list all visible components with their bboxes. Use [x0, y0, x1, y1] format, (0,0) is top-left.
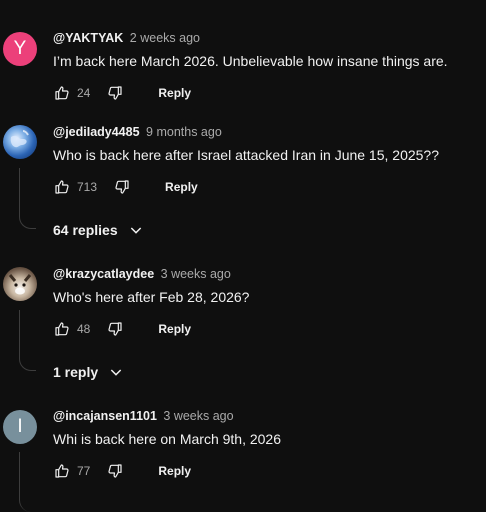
- reply-button[interactable]: Reply: [158, 322, 191, 336]
- comment-actions: 48 Reply: [53, 319, 191, 339]
- dislike-button[interactable]: [106, 462, 124, 480]
- comment-text: I’m back here March 2026. Unbelievable h…: [53, 53, 448, 69]
- comment-timestamp[interactable]: 2 weeks ago: [130, 31, 200, 45]
- avatar-letter: Y: [13, 38, 27, 59]
- reply-button[interactable]: Reply: [158, 86, 191, 100]
- thumbs-down-icon: [108, 464, 122, 478]
- thread-connector: [19, 168, 36, 229]
- avatar-letter: I: [17, 416, 23, 437]
- comment-author[interactable]: @krazycatlaydee: [53, 267, 154, 281]
- thumbs-up-icon: [55, 464, 69, 478]
- replies-count-label: 1 reply: [53, 364, 99, 380]
- comment-header: @jediIady4485 9 months ago: [53, 125, 222, 139]
- thread-connector: [19, 310, 36, 371]
- comment-author[interactable]: @jediIady4485: [53, 125, 140, 139]
- like-button[interactable]: [53, 178, 71, 196]
- like-count: 24: [77, 86, 91, 100]
- comment-header: @krazycatlaydee 3 weeks ago: [53, 267, 231, 281]
- chevron-down-icon: [130, 227, 141, 234]
- comment-author[interactable]: @incajansen1101: [53, 409, 157, 423]
- view-replies-button[interactable]: 1 reply: [53, 364, 124, 380]
- thumbs-down-icon: [108, 322, 122, 336]
- thumbs-down-icon: [108, 86, 122, 100]
- chevron-down-icon: [110, 369, 122, 376]
- cat-image: [8, 274, 32, 295]
- avatar[interactable]: I: [3, 410, 37, 444]
- like-count: 713: [77, 180, 98, 194]
- replies-count-label: 64 replies: [53, 222, 118, 238]
- thread-connector: [19, 452, 36, 512]
- thumbs-up-icon: [55, 322, 69, 336]
- thumbs-down-icon: [115, 180, 129, 194]
- comment-text: Who's here after Feb 28, 2026?: [53, 289, 250, 305]
- avatar[interactable]: [3, 267, 37, 301]
- avatar[interactable]: [3, 125, 37, 159]
- thumbs-up-icon: [55, 86, 69, 100]
- like-button[interactable]: [53, 84, 71, 102]
- comment-actions: 24 Reply: [53, 83, 191, 103]
- like-count: 77: [77, 464, 91, 478]
- comment-text: Whi is back here on March 9th, 2026: [53, 431, 282, 447]
- comment-header: @YAKTYAK 2 weeks ago: [53, 31, 200, 45]
- dislike-button[interactable]: [106, 320, 124, 338]
- comment-actions: 713 Reply: [53, 177, 198, 197]
- thumbs-up-icon: [55, 180, 69, 194]
- earth-image: [10, 130, 29, 148]
- like-count: 48: [77, 322, 91, 336]
- comment-timestamp[interactable]: 3 weeks ago: [161, 267, 231, 281]
- dislike-button[interactable]: [106, 84, 124, 102]
- view-replies-button[interactable]: 64 replies: [53, 222, 144, 238]
- comment-header: @incajansen1101 3 weeks ago: [53, 409, 234, 423]
- dislike-button[interactable]: [113, 178, 131, 196]
- comment-text: Who is back here after Israel attacked I…: [53, 147, 440, 163]
- comment-author[interactable]: @YAKTYAK: [53, 31, 123, 45]
- reply-button[interactable]: Reply: [165, 180, 198, 194]
- comment-timestamp[interactable]: 3 weeks ago: [163, 409, 233, 423]
- comment-actions: 77 Reply: [53, 461, 191, 481]
- like-button[interactable]: [53, 462, 71, 480]
- reply-button[interactable]: Reply: [158, 464, 191, 478]
- comment-timestamp[interactable]: 9 months ago: [146, 125, 222, 139]
- avatar[interactable]: Y: [3, 32, 37, 66]
- like-button[interactable]: [53, 320, 71, 338]
